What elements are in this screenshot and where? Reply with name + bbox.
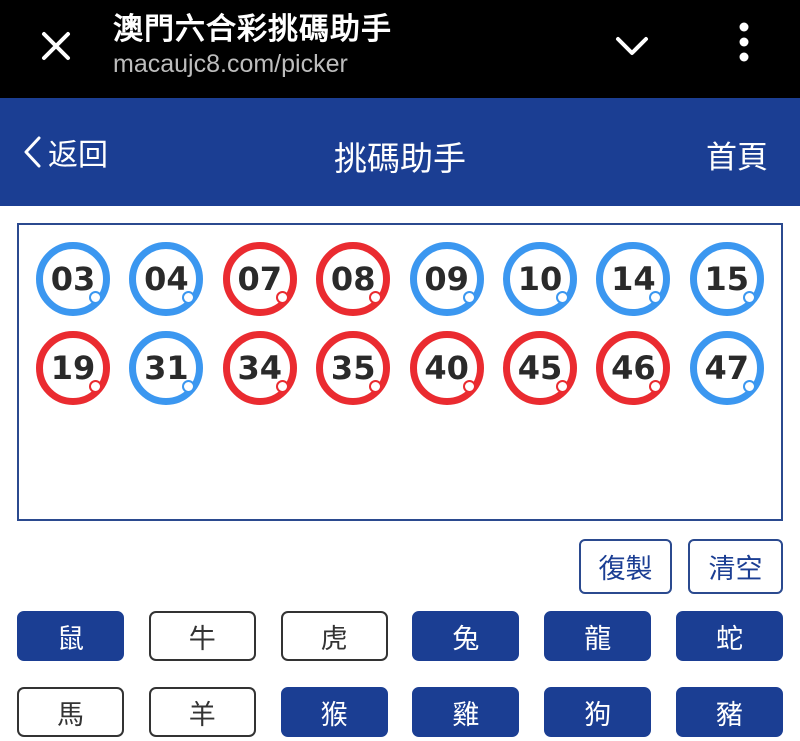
- page-title: 挑碼助手: [334, 139, 466, 178]
- zodiac-button[interactable]: 豬: [676, 687, 783, 737]
- ball-highlight: [462, 291, 476, 304]
- number-ball[interactable]: 04: [129, 242, 204, 316]
- more-vertical-icon[interactable]: [722, 18, 766, 70]
- browser-url[interactable]: macaujc8.com/picker: [113, 50, 348, 79]
- clear-button[interactable]: 清空: [688, 539, 783, 594]
- chevron-left-icon: [24, 136, 41, 168]
- zodiac-button[interactable]: 龍: [544, 611, 652, 661]
- copy-button[interactable]: 復製: [579, 539, 672, 594]
- number-ball[interactable]: 07: [222, 242, 297, 316]
- number-ball[interactable]: 15: [689, 242, 764, 316]
- number-ball[interactable]: 35: [316, 331, 391, 405]
- ball-highlight: [556, 380, 569, 393]
- zodiac-button[interactable]: 雞: [412, 687, 520, 737]
- ball-highlight: [742, 380, 756, 393]
- home-button[interactable]: 首頁: [706, 132, 768, 177]
- zodiac-button[interactable]: 馬: [17, 687, 124, 737]
- app-header: 返回 挑碼助手 首頁: [0, 98, 800, 206]
- number-ball[interactable]: 47: [689, 331, 764, 405]
- zodiac-button[interactable]: 鼠: [17, 611, 124, 661]
- number-ball[interactable]: 31: [129, 331, 204, 405]
- ball-highlight: [742, 291, 756, 304]
- zodiac-button[interactable]: 蛇: [676, 611, 783, 661]
- browser-page-title: 澳門六合彩挑碼助手: [113, 12, 392, 47]
- zodiac-button[interactable]: 猴: [280, 687, 388, 737]
- zodiac-button[interactable]: 羊: [148, 687, 256, 737]
- chevron-down-icon[interactable]: [608, 22, 656, 70]
- picked-numbers-panel: 03 04 07 08 09 10 14 15 19 31 34 35 40 45 46 47: [17, 223, 783, 521]
- number-ball[interactable]: 19: [36, 331, 110, 405]
- ball-highlight: [89, 380, 102, 393]
- ball-highlight: [275, 380, 289, 393]
- zodiac-button[interactable]: 虎: [280, 611, 388, 661]
- number-ball[interactable]: 45: [503, 331, 577, 405]
- back-label: 返回: [48, 138, 108, 173]
- ball-highlight: [275, 291, 289, 304]
- number-ball[interactable]: 14: [596, 242, 671, 316]
- number-ball[interactable]: 10: [503, 242, 577, 316]
- zodiac-button[interactable]: 狗: [544, 687, 652, 737]
- zodiac-button[interactable]: 兔: [412, 611, 520, 661]
- number-ball[interactable]: 46: [596, 331, 671, 405]
- number-ball[interactable]: 40: [409, 331, 484, 405]
- zodiac-button[interactable]: 牛: [148, 611, 256, 661]
- number-ball[interactable]: 09: [409, 242, 484, 316]
- ball-highlight: [89, 291, 102, 304]
- number-ball[interactable]: 34: [222, 331, 297, 405]
- back-button[interactable]: 返回: [20, 132, 108, 173]
- number-ball[interactable]: 03: [36, 242, 110, 316]
- browser-bar: 澳門六合彩挑碼助手 macaujc8.com/picker: [0, 0, 800, 98]
- ball-highlight: [462, 380, 476, 393]
- ball-highlight: [556, 291, 569, 304]
- number-ball[interactable]: 08: [316, 242, 391, 316]
- close-icon[interactable]: [32, 22, 80, 70]
